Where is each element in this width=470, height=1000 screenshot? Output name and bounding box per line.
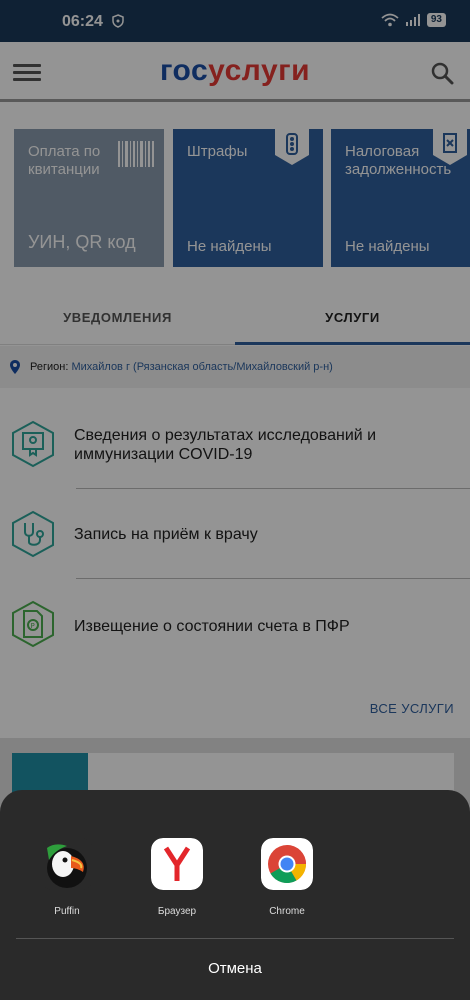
app-label: Puffin [54,906,80,917]
open-with-sheet: Puffin Браузер Chrome Отмена [0,790,470,1000]
app-option-puffin[interactable]: Puffin [31,838,103,917]
puffin-icon [41,838,93,890]
app-option-chrome[interactable]: Chrome [251,838,323,917]
cancel-button[interactable]: Отмена [0,960,470,977]
sheet-divider [16,938,454,939]
chrome-icon [261,838,313,890]
app-label: Браузер [157,906,197,917]
yandex-browser-icon [151,838,203,890]
app-option-yandex-browser[interactable]: Браузер [141,838,213,917]
app-label: Chrome [269,906,305,917]
